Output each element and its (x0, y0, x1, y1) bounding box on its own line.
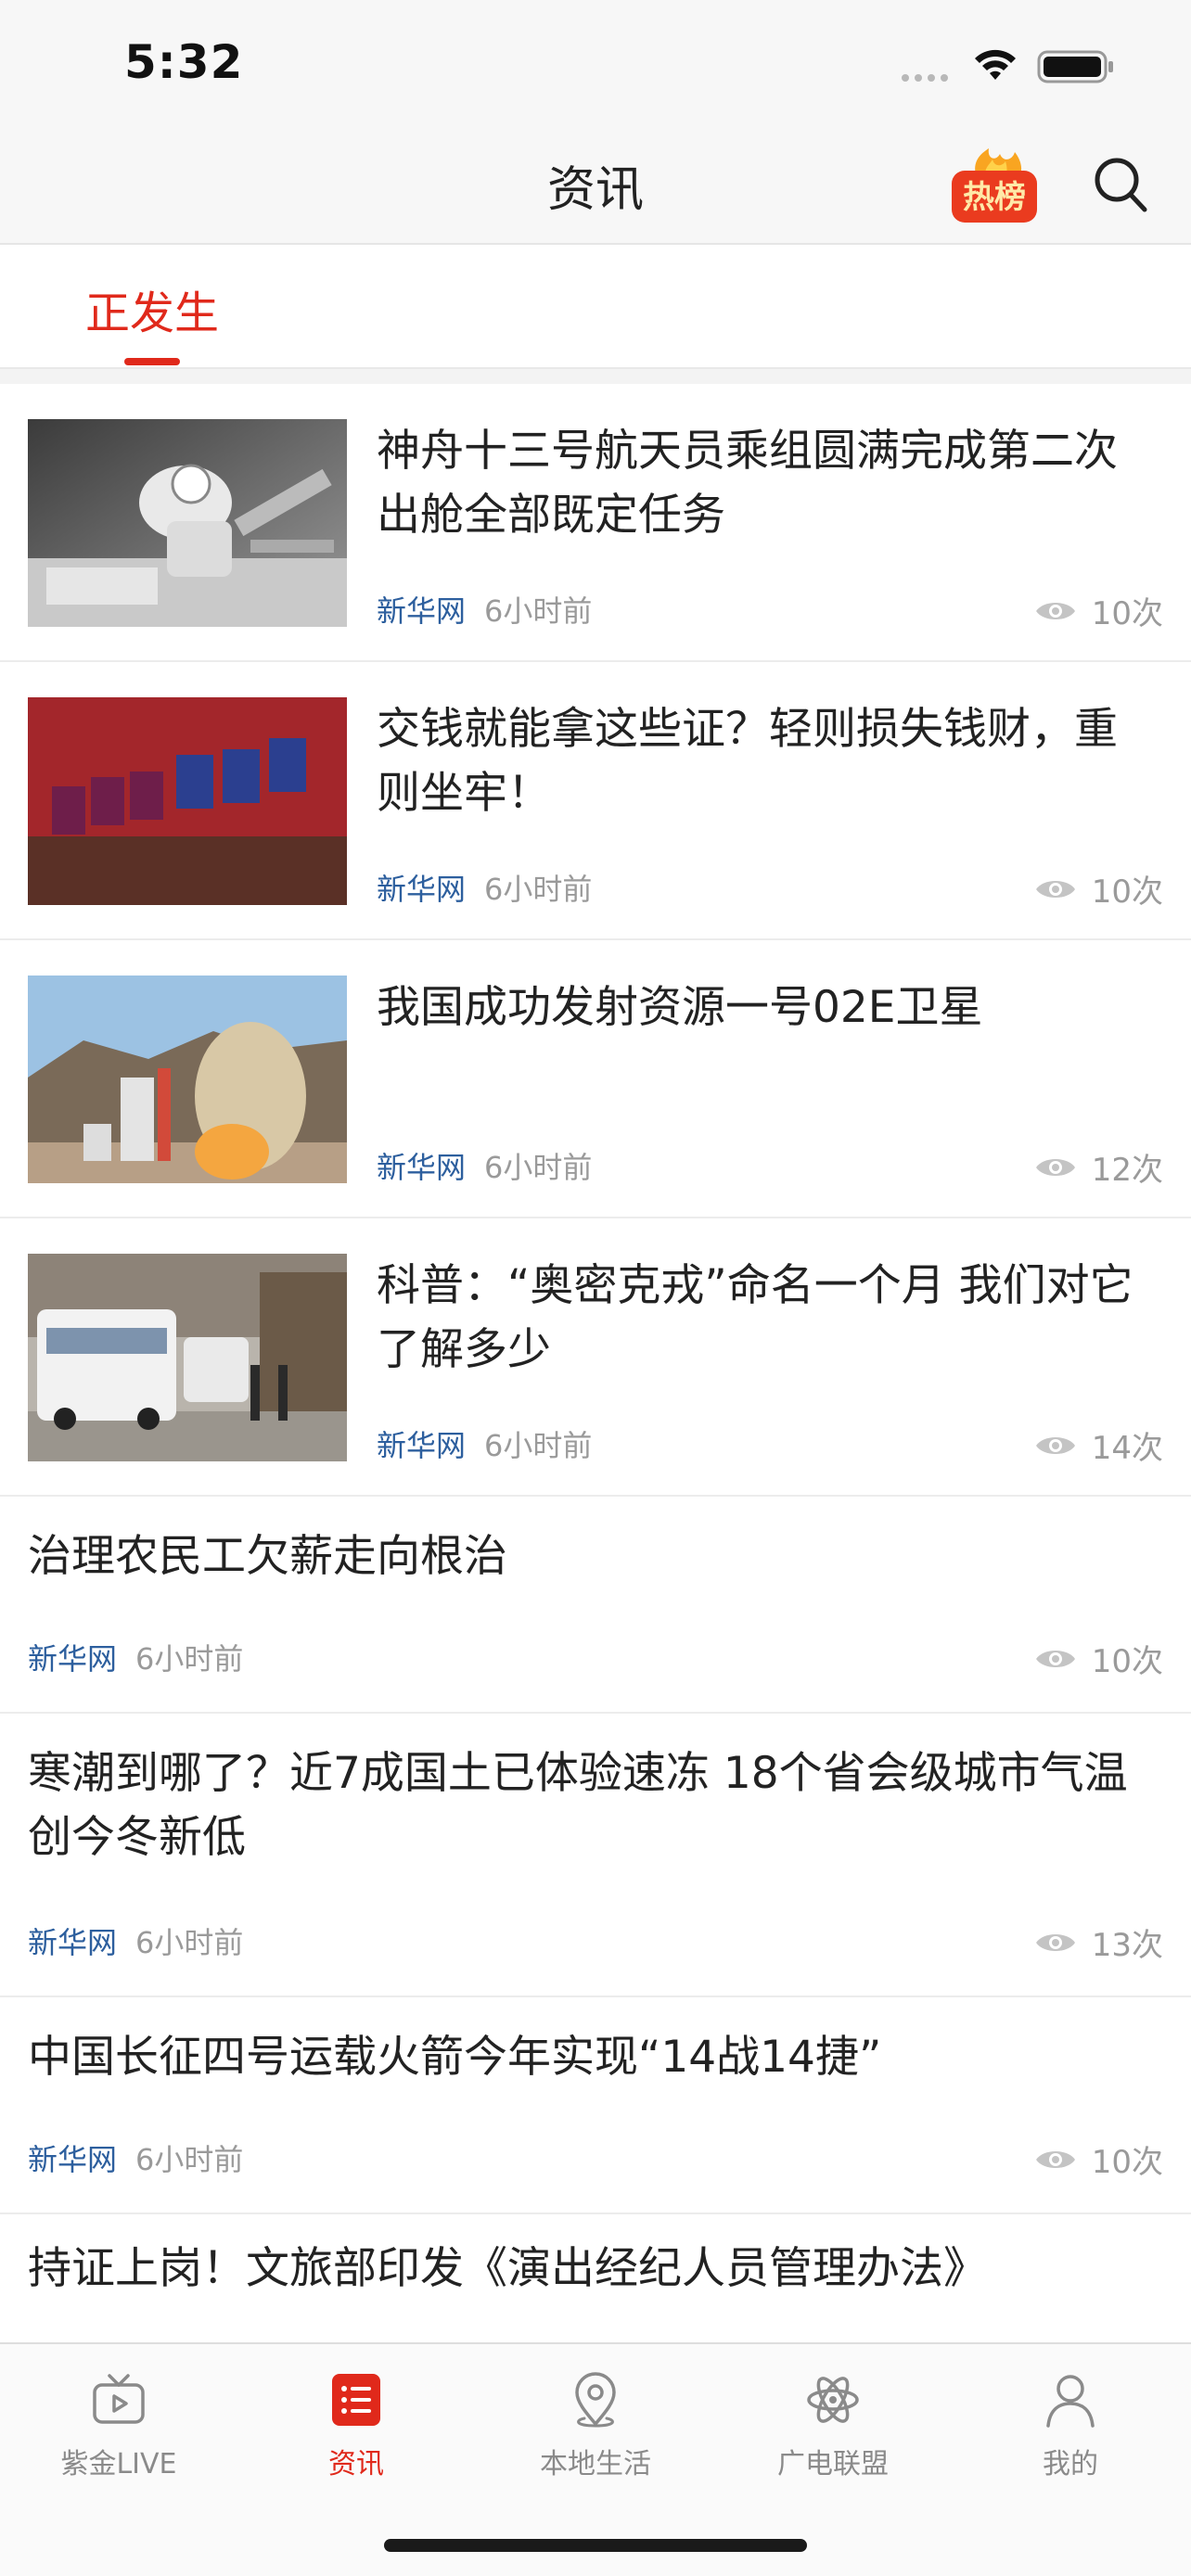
news-time: 6小时前 (484, 1150, 593, 1185)
news-thumbnail (28, 419, 347, 627)
channel-tabs: 正发生 (0, 245, 1191, 369)
view-count-text: 10次 (1091, 2144, 1163, 2181)
news-source: 新华网 (28, 1641, 118, 1677)
tabbar-label: 本地生活 (540, 2448, 651, 2480)
news-title: 交钱就能拿这些证？轻则损失钱财，重则坐牢！ (377, 704, 1118, 819)
news-source: 新华网 (377, 593, 467, 629)
eye-icon (1035, 1436, 1075, 1454)
eye-icon (1035, 1933, 1075, 1951)
tabbar-item-broadcast-alliance[interactable]: 广电联盟 (740, 2370, 926, 2481)
news-source: 新华网 (377, 1428, 467, 1463)
search-icon[interactable] (1093, 154, 1150, 215)
news-title: 持证上岗！文旅部印发《演出经纪人员管理办法》 (28, 2243, 987, 2294)
news-item[interactable]: 神舟十三号航天员乘组圆满完成第二次出舱全部既定任务 新华网 6小时前 10次 (0, 384, 1191, 662)
view-count: 14次 (1034, 1422, 1163, 1468)
tabbar-label: 资讯 (328, 2448, 384, 2480)
home-indicator[interactable] (384, 2539, 807, 2552)
news-meta: 新华网 6小时前 14次 (377, 1419, 1163, 1468)
news-meta: 新华网 6小时前 12次 (377, 1141, 1163, 1190)
status-time: 5:32 (124, 35, 244, 89)
news-time: 6小时前 (135, 2142, 244, 2177)
view-count: 10次 (1034, 866, 1163, 912)
news-meta: 新华网 6小时前 10次 (28, 1632, 1163, 1681)
nav-header: 资讯 热榜 (0, 130, 1191, 245)
tabbar-item-mine[interactable]: 我的 (978, 2370, 1163, 2481)
atom-icon (807, 2377, 859, 2423)
news-time: 6小时前 (484, 872, 593, 907)
view-count-text: 10次 (1091, 874, 1163, 911)
news-meta: 新华网 6小时前 10次 (377, 862, 1163, 912)
tv-icon (93, 2374, 145, 2424)
news-title: 寒潮到哪了？近7成国土已体验速冻 18个省会级城市气温创今冬新低 (28, 1748, 1128, 1863)
list-icon (332, 2374, 380, 2426)
news-time: 6小时前 (135, 1641, 244, 1677)
news-item[interactable]: 治理农民工欠薪走向根治 新华网 6小时前 10次 (0, 1497, 1191, 1714)
news-item[interactable]: 中国长征四号运载火箭今年实现“14战14捷” 新华网 6小时前 10次 (0, 1997, 1191, 2214)
news-item[interactable]: 我国成功发射资源一号02E卫星 新华网 6小时前 12次 (0, 940, 1191, 1218)
view-count-text: 10次 (1091, 595, 1163, 632)
news-thumbnail (28, 697, 347, 905)
news-source: 新华网 (377, 872, 467, 907)
news-list: 神舟十三号航天员乘组圆满完成第二次出舱全部既定任务 新华网 6小时前 10次 交… (0, 384, 1191, 2400)
news-meta: 新华网 6小时前 10次 (28, 2133, 1163, 2182)
tab-indicator (124, 358, 180, 365)
news-source: 新华网 (377, 1150, 467, 1185)
person-icon (1046, 2375, 1095, 2428)
tabbar-label: 广电联盟 (777, 2448, 889, 2480)
news-title: 神舟十三号航天员乘组圆满完成第二次出舱全部既定任务 (377, 426, 1118, 541)
news-thumbnail (28, 976, 347, 1183)
battery-icon (1037, 50, 1113, 83)
tabbar-label: 紫金LIVE (60, 2448, 177, 2480)
view-count-text: 10次 (1091, 1643, 1163, 1680)
eye-icon (1035, 1158, 1075, 1176)
view-count-text: 14次 (1091, 1430, 1163, 1467)
tabbar-item-local-life[interactable]: 本地生活 (503, 2370, 688, 2481)
news-time: 6小时前 (484, 593, 593, 629)
eye-icon (1035, 2150, 1075, 2168)
news-meta: 新华网 6小时前 10次 (377, 584, 1163, 633)
tab-zhengfasheng[interactable]: 正发生 (85, 276, 219, 341)
news-title: 中国长征四号运载火箭今年实现“14战14捷” (28, 2032, 882, 2083)
view-count: 10次 (1034, 1636, 1163, 1681)
view-count: 10次 (1034, 588, 1163, 633)
location-icon (575, 2372, 616, 2428)
news-time: 6小时前 (484, 1428, 593, 1463)
eye-icon (1035, 880, 1075, 898)
view-count: 12次 (1034, 1144, 1163, 1190)
news-meta: 新华网 6小时前 13次 (28, 1916, 1163, 1965)
news-item[interactable]: 科普：“奥密克戎”命名一个月 我们对它了解多少 新华网 6小时前 14次 (0, 1218, 1191, 1497)
news-item[interactable]: 交钱就能拿这些证？轻则损失钱财，重则坐牢！ 新华网 6小时前 10次 (0, 662, 1191, 940)
eye-icon (1035, 602, 1075, 619)
news-title: 科普：“奥密克戎”命名一个月 我们对它了解多少 (377, 1260, 1133, 1375)
view-count: 10次 (1034, 2136, 1163, 2182)
tabbar-item-zijin-live[interactable]: 紫金LIVE (26, 2370, 211, 2481)
news-title: 治理农民工欠薪走向根治 (28, 1531, 507, 1582)
eye-icon (1035, 1650, 1075, 1667)
signal-icon (902, 74, 948, 82)
wifi-icon (975, 49, 1016, 80)
view-count-text: 12次 (1091, 1152, 1163, 1189)
hot-list-button[interactable]: 热榜 (948, 147, 1041, 226)
divider (0, 369, 1191, 384)
news-title: 我国成功发射资源一号02E卫星 (377, 982, 983, 1033)
status-bar: 5:32 (0, 0, 1191, 130)
news-source: 新华网 (28, 1925, 118, 1960)
view-count: 13次 (1034, 1919, 1163, 1965)
hot-badge-label: 热榜 (963, 179, 1026, 216)
view-count-text: 13次 (1091, 1927, 1163, 1964)
news-thumbnail (28, 1254, 347, 1461)
tabbar-item-news[interactable]: 资讯 (263, 2370, 449, 2481)
tabbar-label: 我的 (1043, 2448, 1098, 2480)
news-source: 新华网 (28, 2142, 118, 2177)
news-item[interactable]: 寒潮到哪了？近7成国土已体验速冻 18个省会级城市气温创今冬新低 新华网 6小时… (0, 1714, 1191, 1997)
news-time: 6小时前 (135, 1925, 244, 1960)
